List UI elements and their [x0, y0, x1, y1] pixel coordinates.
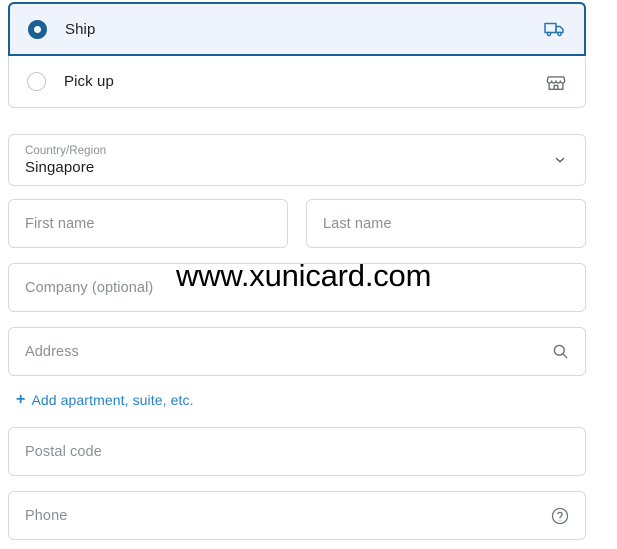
chevron-down-icon[interactable]	[549, 149, 571, 171]
first-name-input[interactable]: First name	[8, 199, 288, 248]
add-apartment-link[interactable]: + Add apartment, suite, etc.	[16, 391, 194, 409]
storefront-icon	[543, 69, 569, 95]
address-placeholder: Address	[25, 343, 79, 360]
last-name-input[interactable]: Last name	[306, 199, 586, 248]
address-input[interactable]: Address	[8, 327, 586, 376]
radio-ship[interactable]	[28, 19, 47, 39]
last-name-placeholder: Last name	[323, 215, 392, 232]
postal-code-input[interactable]: Postal code	[8, 427, 586, 476]
plus-icon: +	[16, 391, 26, 408]
delivery-option-pickup[interactable]: Pick up	[8, 56, 586, 108]
phone-placeholder: Phone	[25, 507, 68, 524]
delivery-truck-icon	[542, 16, 568, 42]
company-input[interactable]: Company (optional)	[8, 263, 586, 312]
delivery-option-pickup-label: Pick up	[64, 73, 114, 90]
country-region-text: Country/Region Singapore	[25, 144, 106, 177]
delivery-option-ship[interactable]: Ship	[8, 2, 586, 56]
first-name-placeholder: First name	[25, 215, 95, 232]
country-region-value: Singapore	[25, 158, 95, 176]
search-icon[interactable]	[549, 341, 571, 363]
checkout-delivery-form: Ship Pick up Country/Region Singapore Fi…	[0, 0, 617, 549]
add-apartment-label: Add apartment, suite, etc.	[31, 392, 194, 408]
company-placeholder: Company (optional)	[25, 279, 154, 296]
delivery-option-ship-label: Ship	[65, 20, 96, 38]
country-region-select[interactable]: Country/Region Singapore	[8, 134, 586, 186]
postal-code-placeholder: Postal code	[25, 443, 102, 460]
radio-pickup[interactable]	[27, 72, 46, 91]
delivery-method-group: Ship Pick up	[8, 2, 586, 108]
phone-input[interactable]: Phone	[8, 491, 586, 540]
country-region-label: Country/Region	[25, 144, 107, 157]
help-circle-icon[interactable]	[549, 505, 571, 527]
